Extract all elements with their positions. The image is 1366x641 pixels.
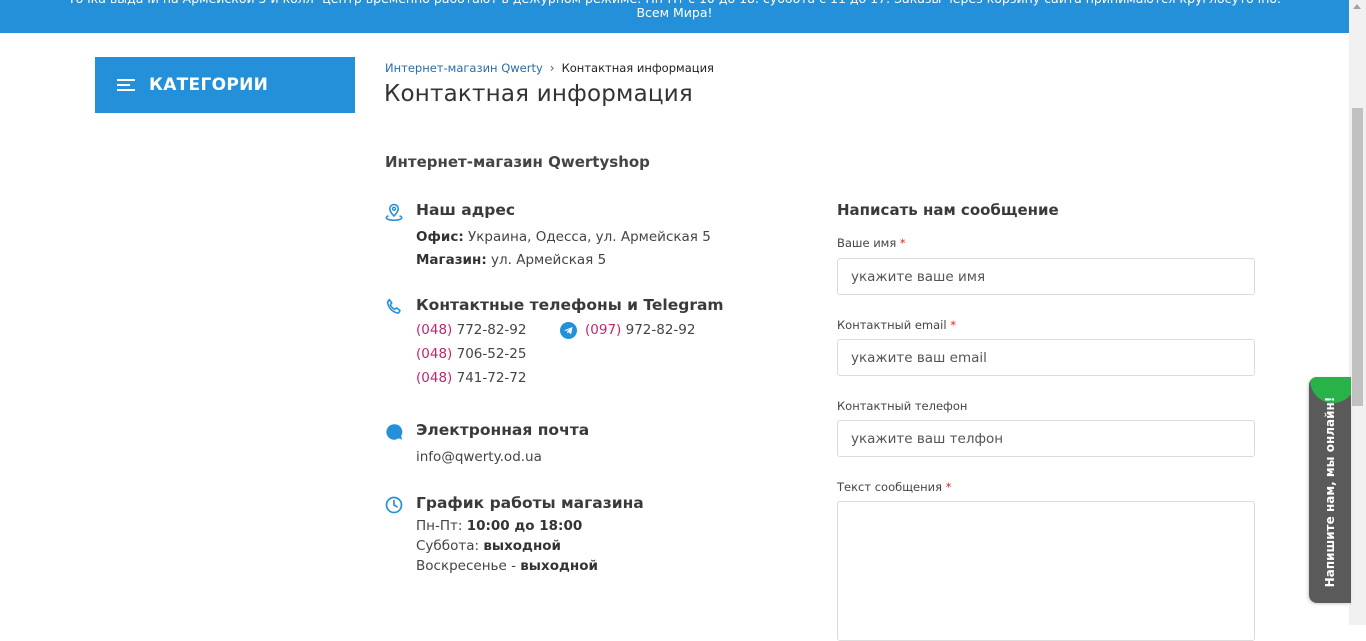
- clock-icon: [385, 496, 403, 514]
- phone-link[interactable]: (048) 741-72-72: [416, 367, 724, 391]
- shop-name: Интернет-магазин Qwertyshop: [385, 153, 650, 171]
- address-section: Наш адрес Офис: Украина, Одесса, ул. Арм…: [385, 201, 711, 272]
- address-title: Наш адрес: [416, 201, 516, 219]
- breadcrumb-separator: ›: [549, 61, 555, 75]
- name-label: Ваше имя *: [837, 236, 906, 250]
- breadcrumb: Интернет-магазин Qwerty › Контактная инфор…: [385, 61, 714, 75]
- phones-title: Контактные телефоны и Telegram: [416, 296, 724, 314]
- scroll-up-icon[interactable]: [1353, 4, 1361, 9]
- breadcrumb-home-link[interactable]: Интернет-магазин Qwerty: [385, 61, 543, 75]
- required-mark: *: [950, 318, 956, 332]
- message-textarea[interactable]: [837, 501, 1255, 641]
- phone-link[interactable]: (048) 706-52-25: [416, 343, 724, 367]
- telegram-number: 972-82-92: [625, 322, 696, 338]
- form-title: Написать нам сообщение: [837, 201, 1059, 219]
- sunday-hours: выходной: [520, 558, 598, 574]
- message-label: Текст сообщения *: [837, 480, 952, 494]
- email-title: Электронная почта: [416, 421, 590, 439]
- telegram-link[interactable]: (097) 972-82-92: [560, 319, 695, 342]
- weekdays-label: Пн-Пт:: [416, 518, 463, 534]
- categories-label: КАТЕГОРИИ: [149, 75, 269, 95]
- name-input[interactable]: [837, 258, 1255, 295]
- store-label: Магазин:: [416, 252, 487, 268]
- categories-button[interactable]: КАТЕГОРИИ: [95, 57, 355, 113]
- store-address: ул. Армейская 5: [491, 252, 607, 268]
- phones-section: Контактные телефоны и Telegram (048) 772…: [385, 296, 724, 391]
- telegram-icon: [560, 322, 577, 339]
- required-mark: *: [945, 480, 952, 494]
- breadcrumb-current: Контактная информация: [561, 61, 714, 75]
- page-scrollbar[interactable]: [1349, 0, 1366, 625]
- announcement-text: Точка выдачи на Армейской 5 и колл- цент…: [68, 0, 1281, 20]
- required-mark: *: [899, 236, 906, 250]
- location-pin-icon: [385, 203, 403, 221]
- chat-widget-label: Напишите нам, мы онлайн!: [1323, 396, 1337, 588]
- chat-bubble-icon: [386, 424, 403, 440]
- menu-icon: [117, 78, 135, 92]
- page-title: Контактная информация: [384, 81, 693, 107]
- phone-label: Контактный телефон: [837, 399, 968, 413]
- chat-widget-button[interactable]: Напишите нам, мы онлайн!: [1309, 377, 1351, 603]
- weekdays-hours: 10:00 до 18:00: [466, 518, 583, 534]
- sunday-label: Воскресенье -: [416, 558, 516, 574]
- office-label: Офис:: [416, 229, 464, 245]
- scrollbar-thumb[interactable]: [1352, 108, 1363, 406]
- announcement-bar: Точка выдачи на Армейской 5 и колл- цент…: [0, 0, 1349, 33]
- phone-input[interactable]: [837, 420, 1255, 457]
- phone-icon: [386, 298, 401, 314]
- saturday-label: Суббота:: [416, 538, 480, 554]
- email-link[interactable]: info@qwerty.od.ua: [416, 446, 589, 469]
- saturday-hours: выходной: [483, 538, 562, 554]
- email-section: Электронная почта info@qwerty.od.ua: [385, 421, 589, 469]
- schedule-title: График работы магазина: [416, 494, 644, 512]
- email-input[interactable]: [837, 339, 1255, 376]
- email-label: Контактный email *: [837, 318, 956, 332]
- telegram-code: (097): [585, 322, 622, 338]
- office-address: Украина, Одесса, ул. Армейская 5: [468, 229, 711, 245]
- schedule-section: График работы магазина Пн-Пт: 10:00 до 1…: [385, 494, 644, 576]
